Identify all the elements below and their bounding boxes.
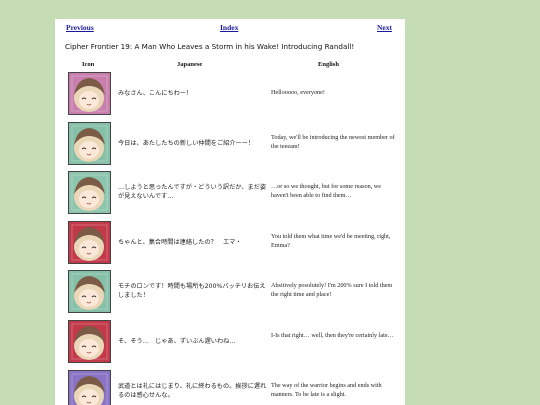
silver-hair-chibi-icon bbox=[68, 221, 111, 264]
japanese-line: ちゃんと、集合時間は連絡したの？ エマ・ bbox=[118, 238, 242, 246]
japanese-line: みなさん、こんにちわー！ bbox=[118, 89, 193, 97]
japanese-line: モチのロンです！時間も場所も200%バッチリお伝えしました！ bbox=[118, 283, 266, 299]
english-line: Hellooooo, everyone! bbox=[271, 88, 325, 96]
pair-chibi-icon bbox=[68, 72, 111, 115]
japanese-line: 今日は、あたしたちの新しい仲間をご紹介ーー！ bbox=[118, 139, 255, 147]
english-line: …or so we thought, but for some reason, … bbox=[271, 183, 381, 199]
english-line: You told them what time we'd be meeting,… bbox=[271, 233, 391, 249]
page-title: Cipher Frontier 19: A Man Who Leaves a S… bbox=[65, 42, 355, 51]
japanese-line: …しようと思ったんですが・どういう訳だか、まだ姿が見えないんです… bbox=[118, 184, 267, 200]
column-header-japanese: Japanese bbox=[177, 61, 203, 68]
content-page: Previous Index Next Cipher Frontier 19: … bbox=[55, 19, 405, 405]
warrior-chibi-icon bbox=[68, 370, 111, 405]
next-link[interactable]: Next bbox=[377, 23, 392, 32]
happy-chibi-icon bbox=[68, 122, 111, 165]
english-line: The way of the warrior begins and ends w… bbox=[271, 382, 382, 398]
index-link[interactable]: Index bbox=[220, 23, 238, 32]
puzzled-chibi-icon bbox=[68, 320, 111, 363]
english-line: Absitively posolutely! I'm 200% sure I t… bbox=[271, 282, 393, 298]
worried-chibi-icon bbox=[68, 171, 111, 214]
japanese-line: そ、そう… じゃあ、ずいぶん遅いわね… bbox=[118, 337, 236, 345]
previous-link[interactable]: Previous bbox=[66, 23, 94, 32]
cheerful-chibi-icon bbox=[68, 270, 111, 313]
japanese-line: 武道とは礼にはじまり、礼に終わるもの。挨拶に遅れるのは感心せんな。 bbox=[118, 383, 267, 399]
english-line: I-Is that right… well, then they're cert… bbox=[271, 332, 394, 340]
english-line: Today, we'll be introducing the newest m… bbox=[271, 134, 395, 150]
column-header-icon: Icon bbox=[82, 61, 95, 68]
column-header-english: English bbox=[318, 61, 339, 68]
